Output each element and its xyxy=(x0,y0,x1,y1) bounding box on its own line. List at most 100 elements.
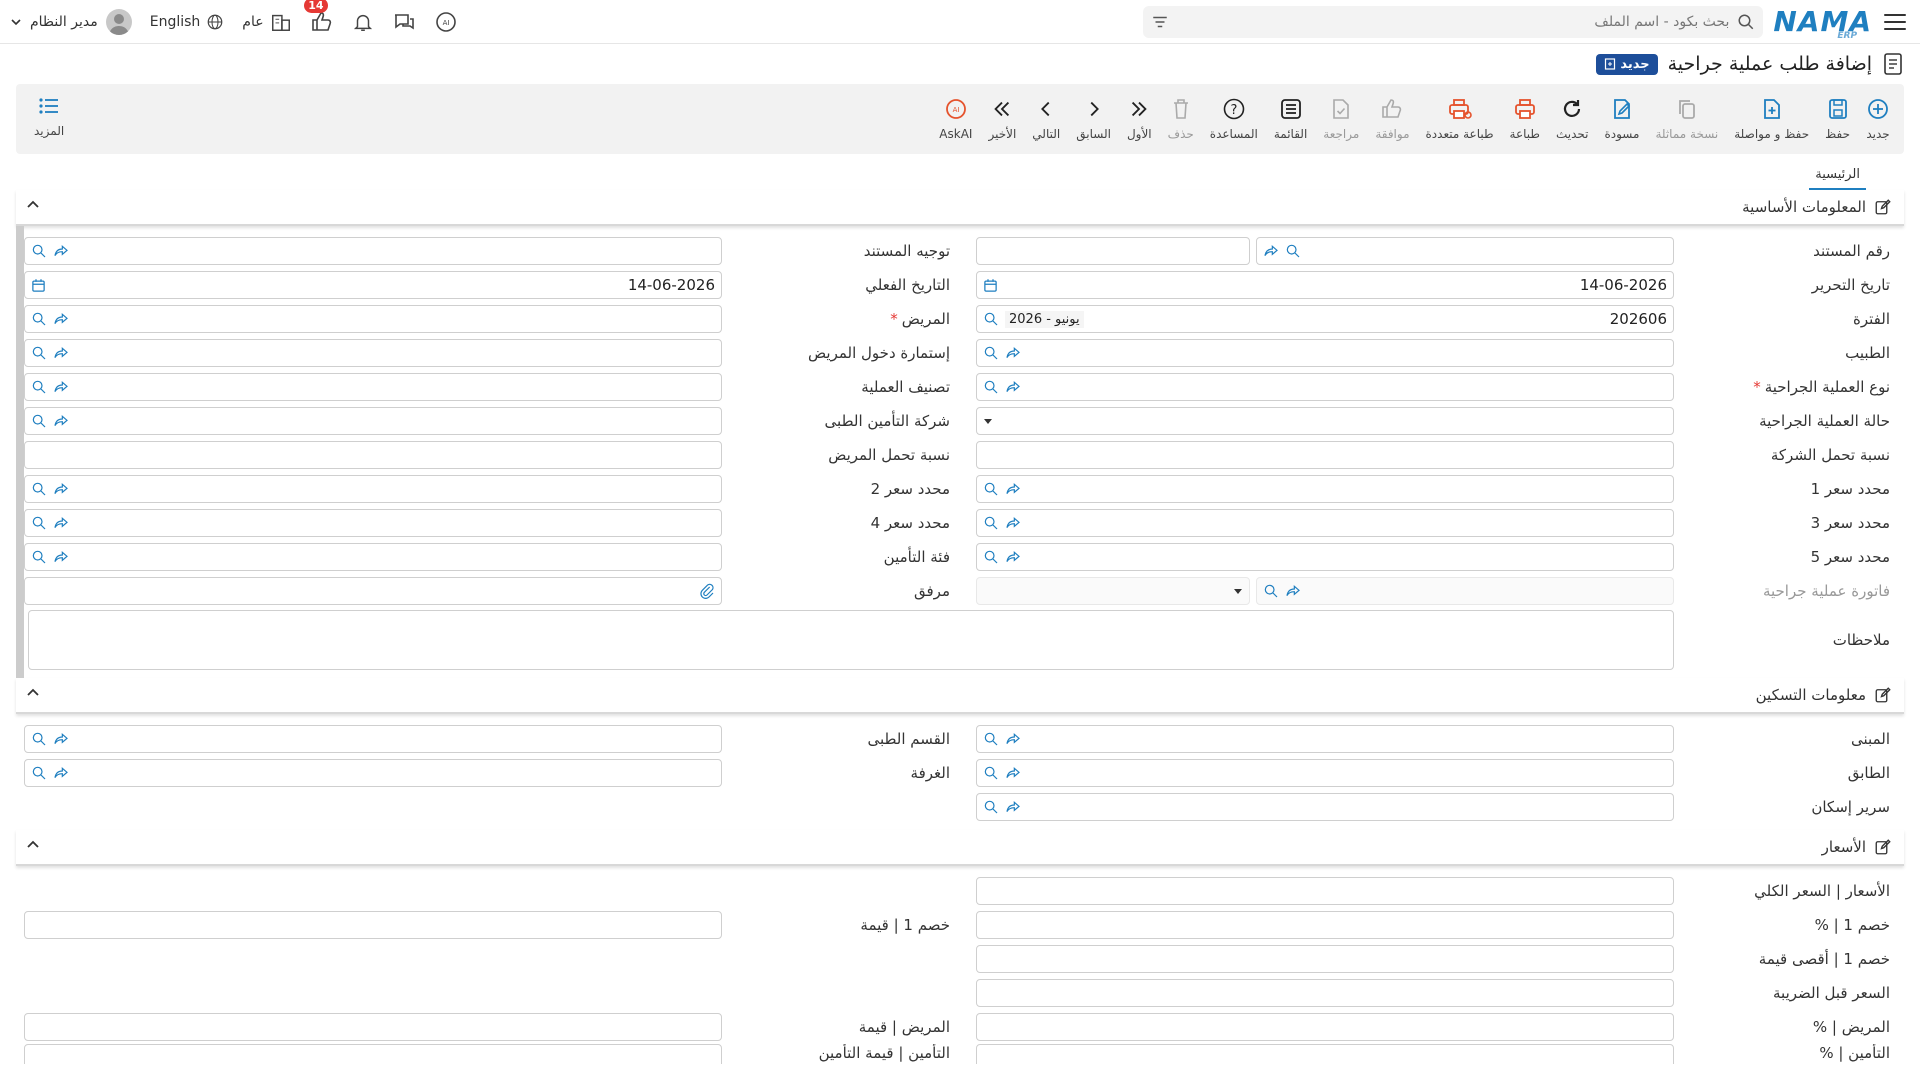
period-field[interactable]: 2026 - يونيو 202606 xyxy=(976,305,1674,333)
doc-number-input[interactable] xyxy=(976,237,1250,265)
before-tax-field[interactable] xyxy=(976,979,1674,1007)
department-field[interactable] xyxy=(24,725,722,753)
disc1-val-field[interactable] xyxy=(24,911,722,939)
notes-textarea[interactable] xyxy=(28,610,1674,670)
share-icon[interactable] xyxy=(53,481,69,497)
prev-button[interactable]: السابق xyxy=(1068,87,1119,151)
actual-date-field[interactable]: 14-06-2026 xyxy=(24,271,722,299)
share-icon[interactable] xyxy=(1005,345,1021,361)
share-icon[interactable] xyxy=(1005,731,1021,747)
lookup-icon[interactable] xyxy=(31,413,47,429)
menu-icon[interactable] xyxy=(1882,11,1908,33)
user-menu[interactable]: مدير النظام xyxy=(10,8,132,35)
op-status-select[interactable] xyxy=(976,407,1674,435)
doctor-field[interactable] xyxy=(976,339,1674,367)
paperclip-icon[interactable] xyxy=(699,583,715,599)
share-icon[interactable] xyxy=(1263,243,1279,259)
collapse-prices-icon[interactable] xyxy=(26,838,40,856)
attachment-field[interactable] xyxy=(24,577,722,605)
lookup-icon[interactable] xyxy=(983,345,999,361)
collapse-basic-icon[interactable] xyxy=(26,198,40,216)
lookup-icon[interactable] xyxy=(31,311,47,327)
multi-print-button[interactable]: طباعة متعددة xyxy=(1418,87,1502,151)
review-button[interactable]: مراجعة xyxy=(1315,87,1367,151)
patient-pct-field[interactable] xyxy=(976,1013,1674,1041)
doc-direction-field[interactable] xyxy=(24,237,722,265)
save-continue-button[interactable]: حفظ و مواصلة xyxy=(1726,87,1817,151)
delete-button[interactable]: حذف xyxy=(1160,87,1202,151)
askai-button[interactable]: AI AskAI xyxy=(931,87,980,151)
patient-field[interactable] xyxy=(24,305,722,333)
share-icon[interactable] xyxy=(1005,549,1021,565)
last-button[interactable]: الأخير xyxy=(980,87,1024,151)
approvals-icon[interactable]: 14 xyxy=(304,0,334,34)
price4-field[interactable] xyxy=(24,509,722,537)
help-button[interactable]: ? المساعدة xyxy=(1202,87,1266,151)
share-icon[interactable] xyxy=(53,731,69,747)
share-icon[interactable] xyxy=(53,413,69,429)
lookup-icon[interactable] xyxy=(983,731,999,747)
op-type-field[interactable] xyxy=(976,373,1674,401)
share-icon[interactable] xyxy=(53,243,69,259)
lookup-icon[interactable] xyxy=(983,311,999,327)
search-icon[interactable] xyxy=(1737,13,1755,31)
language-switch[interactable]: English xyxy=(150,13,225,31)
doc-number-field[interactable] xyxy=(1256,237,1674,265)
share-icon[interactable] xyxy=(1005,765,1021,781)
messages-icon[interactable] xyxy=(392,10,416,34)
price5-field[interactable] xyxy=(976,543,1674,571)
share-icon[interactable] xyxy=(1005,379,1021,395)
share-icon[interactable] xyxy=(1005,481,1021,497)
caret-down-icon[interactable] xyxy=(1233,586,1243,596)
edit-date-field[interactable]: 14-06-2026 xyxy=(976,271,1674,299)
print-button[interactable]: طباعة xyxy=(1502,87,1548,151)
floor-field[interactable] xyxy=(976,759,1674,787)
lookup-icon[interactable] xyxy=(1263,583,1279,599)
share-icon[interactable] xyxy=(53,379,69,395)
total-price-field[interactable] xyxy=(976,877,1674,905)
calendar-icon[interactable] xyxy=(983,278,998,293)
general-selector[interactable]: عام xyxy=(242,11,291,33)
disc1-pct-field[interactable] xyxy=(976,911,1674,939)
patient-val-field[interactable] xyxy=(24,1013,722,1041)
admission-form-field[interactable] xyxy=(24,339,722,367)
first-button[interactable]: الأول xyxy=(1119,87,1160,151)
company-share-field[interactable] xyxy=(976,441,1674,469)
lookup-icon[interactable] xyxy=(983,765,999,781)
ins-pct-field[interactable] xyxy=(976,1044,1674,1064)
collapse-housing-icon[interactable] xyxy=(26,686,40,704)
lookup-icon[interactable] xyxy=(31,765,47,781)
price1-field[interactable] xyxy=(976,475,1674,503)
refresh-button[interactable]: تحديث xyxy=(1548,87,1597,151)
draft-button[interactable]: مسودة xyxy=(1596,87,1647,151)
lookup-icon[interactable] xyxy=(31,243,47,259)
share-icon[interactable] xyxy=(53,515,69,531)
next-button[interactable]: التالي xyxy=(1024,87,1068,151)
logo[interactable]: NAMA ERP xyxy=(1773,5,1872,41)
lookup-icon[interactable] xyxy=(31,345,47,361)
list-button[interactable]: القائمة xyxy=(1266,87,1315,151)
save-button[interactable]: حفظ xyxy=(1817,87,1858,151)
lookup-icon[interactable] xyxy=(31,731,47,747)
share-icon[interactable] xyxy=(53,549,69,565)
share-icon[interactable] xyxy=(1005,799,1021,815)
lookup-icon[interactable] xyxy=(31,515,47,531)
ai-chat-icon[interactable]: AI xyxy=(434,10,458,34)
lookup-icon[interactable] xyxy=(983,379,999,395)
lookup-icon[interactable] xyxy=(31,481,47,497)
share-icon[interactable] xyxy=(53,765,69,781)
lookup-icon[interactable] xyxy=(983,481,999,497)
new-button[interactable]: جديد xyxy=(1858,87,1898,151)
patient-share-field[interactable] xyxy=(24,441,722,469)
ins-class-field[interactable] xyxy=(24,543,722,571)
op-class-field[interactable] xyxy=(24,373,722,401)
insurance-co-field[interactable] xyxy=(24,407,722,435)
price3-field[interactable] xyxy=(976,509,1674,537)
lookup-icon[interactable] xyxy=(983,515,999,531)
tab-main[interactable]: الرئيسية xyxy=(1809,167,1866,190)
lookup-icon[interactable] xyxy=(31,549,47,565)
invoice-type-select[interactable] xyxy=(976,577,1250,605)
caret-down-icon[interactable] xyxy=(983,416,993,426)
invoice-field[interactable] xyxy=(1256,577,1674,605)
room-field[interactable] xyxy=(24,759,722,787)
